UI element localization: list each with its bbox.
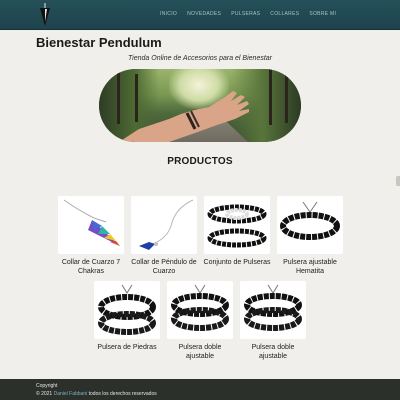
hero-image <box>99 69 301 142</box>
nav-item-sobre-mi[interactable]: SOBRE MI <box>309 11 336 17</box>
hand-bracelet-photo <box>119 91 249 142</box>
product-image[interactable] <box>94 281 160 339</box>
nav-item-pulseras[interactable]: PULSERAS <box>231 11 260 17</box>
product-card[interactable]: Collar de Cuarzo 7 Chakras <box>57 196 125 276</box>
copyright-year: © 2021 <box>36 391 53 397</box>
author-link[interactable]: Daniel Fabbani <box>54 391 88 397</box>
bracelet-set-icon <box>207 204 267 248</box>
pendulum-logo-icon[interactable] <box>36 2 54 28</box>
nav-item-novedades[interactable]: NOVEDADES <box>187 11 221 17</box>
product-image[interactable] <box>204 196 270 254</box>
product-card[interactable]: Pulsera doble ajustable <box>166 281 234 361</box>
product-card[interactable]: Pulsera ajustable Hematita <box>276 196 344 276</box>
product-image[interactable] <box>131 196 197 254</box>
products-heading: PRODUCTOS <box>167 156 233 167</box>
product-image[interactable] <box>58 196 124 254</box>
site-header: INICIO NOVEDADES PULSERAS COLLARES SOBRE… <box>0 0 400 30</box>
product-name[interactable]: Pulsera de Piedras <box>93 343 161 352</box>
copyright-label: Copyright <box>36 383 58 389</box>
product-name[interactable]: Pulsera doble ajustable <box>166 343 234 361</box>
nav-item-collares[interactable]: COLLARES <box>270 11 299 17</box>
stone-bracelet-icon <box>98 284 156 335</box>
product-name[interactable]: Collar de Péndulo de Cuarzo <box>130 258 198 276</box>
product-name[interactable]: Collar de Cuarzo 7 Chakras <box>57 258 125 276</box>
main-nav: INICIO NOVEDADES PULSERAS COLLARES SOBRE… <box>160 11 336 17</box>
product-card[interactable]: Collar de Péndulo de Cuarzo <box>130 196 198 276</box>
product-image[interactable] <box>277 196 343 254</box>
pendulum-necklace-icon <box>139 199 194 250</box>
page-tagline: Tienda Online de Accesorios para el Bien… <box>127 55 273 62</box>
product-name[interactable]: Pulsera doble ajustable <box>239 343 307 361</box>
product-card[interactable]: Pulsera doble ajustable <box>239 281 307 361</box>
product-image[interactable] <box>240 281 306 339</box>
double-bracelet-icon <box>244 284 302 331</box>
product-card[interactable]: Conjunto de Pulseras <box>203 196 271 267</box>
page-title: Bienestar Pendulum <box>36 35 162 50</box>
site-footer: Copyright © 2021 Daniel Fabbani todos lo… <box>0 379 400 400</box>
nav-item-inicio[interactable]: INICIO <box>160 11 177 17</box>
rights-text: todos los derechos reservados <box>88 391 157 397</box>
product-card[interactable]: Pulsera de Piedras <box>93 281 161 352</box>
product-image[interactable] <box>167 281 233 339</box>
chakra-pendant-icon <box>63 199 120 246</box>
copyright-line: © 2021 Daniel Fabbani todos los derechos… <box>36 391 157 397</box>
product-name[interactable]: Pulsera ajustable Hematita <box>276 258 344 276</box>
scroll-handle[interactable] <box>396 176 400 186</box>
hematite-bracelet-icon <box>280 201 340 240</box>
double-bracelet-icon <box>171 284 229 331</box>
product-name[interactable]: Conjunto de Pulseras <box>203 258 271 267</box>
